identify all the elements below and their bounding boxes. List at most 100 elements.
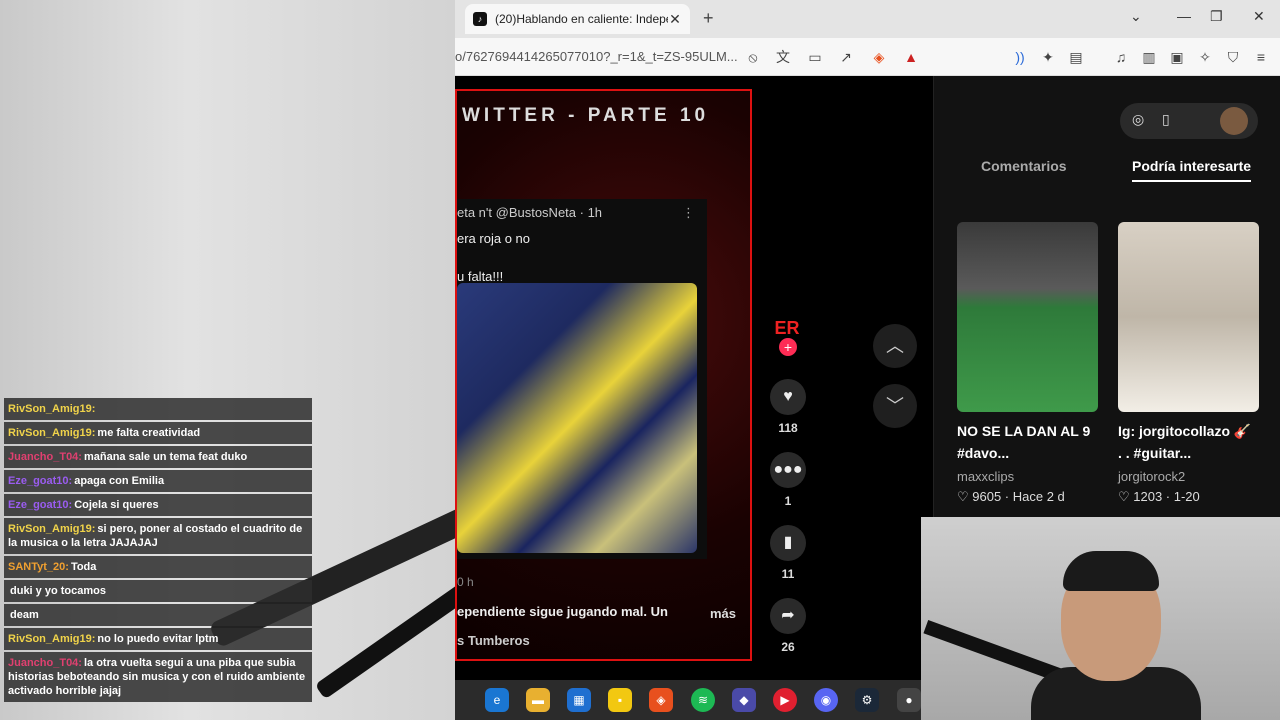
video-player[interactable]: WITTER - PARTE 10 eta n't @BustosNeta · …: [455, 89, 752, 661]
audio-playing-icon[interactable]: )): [1010, 47, 1030, 67]
chat-message: Juancho_T04: mañana sale un tema feat duk…: [4, 446, 312, 468]
url-field[interactable]: o/7627694414265077010?_r=1&_t=ZS-95ULM..…: [455, 49, 738, 64]
chat-text: Cojela si queres: [74, 499, 159, 511]
more-link[interactable]: más: [710, 606, 736, 621]
chat-username: Juancho_T04:: [8, 451, 82, 463]
card-title: Ig: jorgitocollazo 🎸 . . #guitar...: [1118, 423, 1252, 461]
like-button[interactable]: ♥ 118: [763, 379, 813, 435]
previous-video-button[interactable]: ︿: [873, 324, 917, 368]
recommended-video-card[interactable]: Ig: jorgitocollazo 🎸 . . #guitar... jorg…: [1118, 222, 1259, 505]
media-icon[interactable]: ♫: [1111, 47, 1131, 67]
side-toolbar: ◎ ▯: [1120, 103, 1258, 139]
maximize-button[interactable]: ❐: [1210, 8, 1223, 25]
chat-message: Juancho_T04: la otra vuelta segui a una p…: [4, 652, 312, 702]
sidebar-icon[interactable]: ▥: [1139, 47, 1159, 67]
translate-icon[interactable]: 文: [773, 47, 793, 67]
phone-icon[interactable]: ▯: [1162, 111, 1170, 128]
wallet-icon[interactable]: ▣: [1167, 47, 1187, 67]
comment-button[interactable]: ●●● 1: [763, 452, 813, 508]
card-meta: ♡ 1203 · 1-20: [1118, 489, 1200, 504]
streamer-hair: [1063, 551, 1159, 591]
card-author[interactable]: jorgitorock2: [1118, 469, 1259, 484]
tweet-line: era roja o no: [457, 231, 530, 246]
tweet-photo: [457, 283, 697, 553]
edge-icon[interactable]: e: [485, 688, 509, 712]
sticky-notes-icon[interactable]: ▪: [608, 688, 632, 712]
video-thumbnail: [957, 222, 1098, 412]
follow-button[interactable]: +: [779, 338, 797, 356]
minimize-button[interactable]: —: [1177, 8, 1191, 24]
chat-username: RivSon_Amig19:: [8, 633, 96, 645]
card-meta: ♡ 9605 · Hace 2 d: [957, 489, 1065, 504]
chat-message: duki y yo tocamos: [4, 580, 312, 602]
brave-rewards-icon[interactable]: ▲: [901, 47, 921, 67]
browser-tab[interactable]: ♪ (20)Hablando en caliente: Indepe ✕: [465, 4, 690, 34]
like-count: 118: [778, 421, 798, 435]
address-bar: o/7627694414265077010?_r=1&_t=ZS-95ULM..…: [455, 38, 1280, 76]
share-arrow-icon: ➦: [770, 598, 806, 634]
share-icon[interactable]: ↗: [836, 47, 856, 67]
chat-text: mañana sale un tema feat duko: [83, 451, 248, 463]
steam-icon[interactable]: ⚙: [855, 688, 879, 712]
store-icon[interactable]: ▦: [567, 688, 591, 712]
cast-icon[interactable]: ▭: [805, 47, 825, 67]
chat-username: Eze_goat10:: [8, 499, 73, 511]
chat-message: Eze_goat10: apaga con Emilia: [4, 470, 312, 492]
more-icon: ⋮: [682, 205, 695, 220]
chat-message: Eze_goat10: Cojela si queres: [4, 494, 312, 516]
tab-view-icon[interactable]: ▤: [1066, 47, 1086, 67]
tab-search-icon[interactable]: ⌄: [1130, 8, 1142, 25]
avatar[interactable]: [1220, 107, 1248, 135]
chat-username: SANTyt_20:: [8, 561, 69, 573]
chat-message: deam: [4, 604, 312, 626]
chat-username: RivSon_Amig19:: [8, 427, 96, 439]
recommended-video-card[interactable]: NO SE LA DAN AL 9 #davo... maxxclips ♡ 9…: [957, 222, 1098, 505]
next-video-button[interactable]: ﹀: [873, 384, 917, 428]
bookmark-icon: ▮: [770, 525, 806, 561]
webcam-overlay: [921, 517, 1280, 720]
spotify-icon[interactable]: ≋: [691, 688, 715, 712]
chat-message: SANTyt_20: Toda: [4, 556, 312, 578]
discord-icon[interactable]: ◉: [814, 688, 838, 712]
tab-bar: ♪ (20)Hablando en caliente: Indepe ✕ + ⌄…: [455, 0, 1280, 38]
chat-username: RivSon_Amig19:: [8, 523, 96, 535]
app-icon[interactable]: ◆: [732, 688, 756, 712]
save-button[interactable]: ▮ 11: [763, 525, 813, 581]
card-title: NO SE LA DAN AL 9 #davo...: [957, 423, 1091, 461]
media-player-icon[interactable]: ▶: [773, 688, 797, 712]
chat-text: deam: [10, 609, 39, 621]
compass-icon[interactable]: ◎: [1132, 111, 1144, 128]
tweet-card: eta n't @BustosNeta · 1h ⋮ era roja o no…: [457, 199, 707, 559]
menu-icon[interactable]: ≡: [1251, 47, 1271, 67]
chat-message: RivSon_Amig19:: [4, 398, 312, 420]
share-count: 26: [781, 640, 795, 654]
chat-username: Eze_goat10:: [8, 475, 73, 487]
chat-username: Juancho_T04:: [8, 657, 82, 669]
tweet-line: u falta!!!: [457, 269, 504, 284]
folder-icon[interactable]: ▬: [526, 688, 550, 712]
chat-text: Toda: [70, 561, 97, 573]
share-button[interactable]: ➦ 26: [763, 598, 813, 654]
app-icon[interactable]: ●: [897, 688, 921, 712]
extensions-icon[interactable]: ✦: [1038, 47, 1058, 67]
stream-chat: RivSon_Amig19: RivSon_Amig19: me falta cre…: [4, 398, 312, 704]
brave-shield-icon[interactable]: ◈: [869, 47, 889, 67]
new-tab-button[interactable]: +: [703, 8, 714, 29]
tab-close-icon[interactable]: ✕: [668, 11, 682, 28]
chat-message: RivSon_Amig19: no lo puedo evitar lptm: [4, 628, 312, 650]
brave-icon[interactable]: ◈: [649, 688, 673, 712]
tab-title: (20)Hablando en caliente: Indepe: [495, 12, 668, 26]
tab-comments[interactable]: Comentarios: [981, 158, 1067, 174]
chat-message: RivSon_Amig19: si pero, poner al costado …: [4, 518, 312, 554]
vpn-icon[interactable]: ⛉: [1223, 47, 1243, 67]
no-tracking-icon[interactable]: ⦸: [743, 47, 763, 67]
chat-text: me falta creatividad: [97, 427, 201, 439]
card-author[interactable]: maxxclips: [957, 469, 1098, 484]
close-window-button[interactable]: ✕: [1253, 8, 1265, 25]
chat-text: apaga con Emilia: [74, 475, 165, 487]
tab-interest[interactable]: Podría interesarte: [1132, 158, 1252, 182]
comment-count: 1: [784, 494, 792, 508]
comment-icon: ●●●: [770, 452, 806, 488]
video-caption: ependiente sigue jugando mal. Un: [457, 604, 668, 619]
leo-icon[interactable]: ✧: [1195, 47, 1215, 67]
